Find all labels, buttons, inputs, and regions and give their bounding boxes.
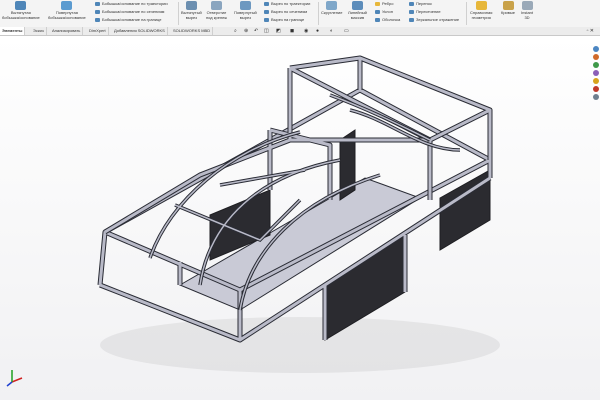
weldment-frame-model	[6, 55, 500, 387]
model-shadow	[100, 317, 500, 373]
coordinate-triad	[6, 370, 23, 387]
